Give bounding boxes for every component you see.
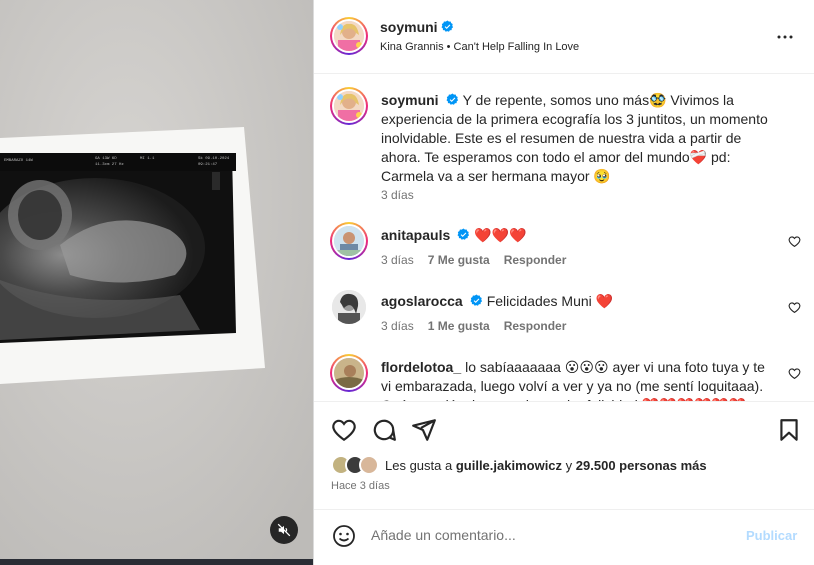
- liked-by-user[interactable]: guille.jakimowicz: [456, 458, 562, 473]
- comment-username[interactable]: flordelotoa_: [381, 359, 461, 375]
- comment-avatar[interactable]: [330, 222, 368, 260]
- heart-icon[interactable]: [331, 417, 357, 443]
- comments-list[interactable]: soymuni Y de repente, somos uno más🥸 Vivi…: [314, 74, 814, 401]
- verified-icon: [446, 93, 458, 105]
- comment-text: agoslarocca Felicidades Muni ❤️: [381, 292, 781, 311]
- caption-avatar[interactable]: [330, 87, 368, 125]
- mute-button[interactable]: [270, 516, 298, 544]
- comment-text: flordelotoa_ lo sabíaaaaaaa 😮😮😮 ayer vi u…: [381, 358, 776, 401]
- post-time[interactable]: Hace 3 días: [331, 480, 390, 492]
- bookmark-icon[interactable]: [776, 417, 802, 443]
- author-username-text[interactable]: soymuni: [380, 19, 438, 35]
- comment-likes[interactable]: 1 Me gusta: [428, 319, 490, 333]
- svg-text:MI 1.1: MI 1.1: [140, 157, 155, 161]
- comment-meta: 3 días 7 Me gusta Responder: [381, 253, 580, 267]
- media-bottom-strip: [0, 559, 313, 565]
- share-icon[interactable]: [411, 417, 437, 443]
- comment-body: ❤️❤️❤️: [474, 227, 527, 243]
- likes-prefix: Les gusta a: [385, 458, 453, 473]
- caption-text: soymuni Y de repente, somos uno más🥸 Vivi…: [381, 91, 781, 186]
- likes-connector: y: [565, 458, 573, 473]
- comment-body: Felicidades Muni ❤️: [486, 293, 614, 309]
- verified-icon: [441, 20, 453, 32]
- comment-text: anitapauls ❤️❤️❤️: [381, 226, 781, 245]
- liked-by-avatars[interactable]: [331, 455, 385, 475]
- comment-input[interactable]: [371, 527, 721, 543]
- heart-icon[interactable]: [788, 235, 801, 248]
- comment-username[interactable]: agoslarocca: [381, 293, 463, 309]
- svg-text:09:21:47: 09:21:47: [198, 163, 218, 167]
- comment-composer: Publicar: [314, 509, 814, 565]
- post-media[interactable]: EMBARAZO 14W GA 13W 6D MI 1.1 Sk 09.10.2…: [0, 0, 313, 565]
- heart-icon[interactable]: [788, 301, 801, 314]
- svg-text:Sk 09.10.2024: Sk 09.10.2024: [198, 156, 230, 161]
- caption-time: 3 días: [381, 188, 414, 202]
- svg-text:11.3cm 27 Hz: 11.3cm 27 Hz: [95, 163, 124, 167]
- svg-text:GA 13W 6D: GA 13W 6D: [95, 157, 117, 161]
- comment-username[interactable]: anitapauls: [381, 227, 450, 243]
- comment-likes[interactable]: 7 Me gusta: [428, 253, 490, 267]
- comment-icon[interactable]: [371, 417, 397, 443]
- publish-button[interactable]: Publicar: [746, 528, 797, 543]
- comment-avatar[interactable]: [330, 354, 368, 392]
- svg-text:EMBARAZO 14W: EMBARAZO 14W: [4, 159, 33, 163]
- comment-avatar[interactable]: [332, 290, 366, 324]
- more-options-icon[interactable]: [776, 28, 794, 46]
- post-header: soymuni Kina Grannis • Can't Help Fallin…: [314, 0, 814, 74]
- audio-track-label[interactable]: Kina Grannis • Can't Help Falling In Lov…: [380, 41, 579, 53]
- caption-body: Y de repente, somos uno más🥸 Vivimos la …: [381, 92, 768, 184]
- verified-icon: [470, 294, 482, 306]
- likes-summary[interactable]: Les gusta a guille.jakimowicz y 29.500 p…: [385, 458, 707, 473]
- post-panel: soymuni Kina Grannis • Can't Help Fallin…: [313, 0, 814, 565]
- mute-icon: [277, 523, 291, 537]
- post-actions: [314, 401, 814, 509]
- reply-button[interactable]: Responder: [504, 319, 567, 333]
- author-avatar[interactable]: [330, 17, 368, 55]
- caption-username[interactable]: soymuni: [381, 92, 439, 108]
- comment-meta: 3 días 1 Me gusta Responder: [381, 319, 580, 333]
- comment-time: 3 días: [381, 253, 414, 267]
- emoji-icon[interactable]: [332, 524, 356, 548]
- comment-time: 3 días: [381, 319, 414, 333]
- author-username[interactable]: soymuni: [380, 19, 454, 35]
- reply-button[interactable]: Responder: [504, 253, 567, 267]
- heart-icon[interactable]: [788, 367, 801, 380]
- verified-icon: [457, 228, 470, 240]
- ultrasound-photo: EMBARAZO 14W GA 13W 6D MI 1.1 Sk 09.10.2…: [0, 0, 313, 565]
- likes-count[interactable]: 29.500 personas más: [576, 458, 707, 473]
